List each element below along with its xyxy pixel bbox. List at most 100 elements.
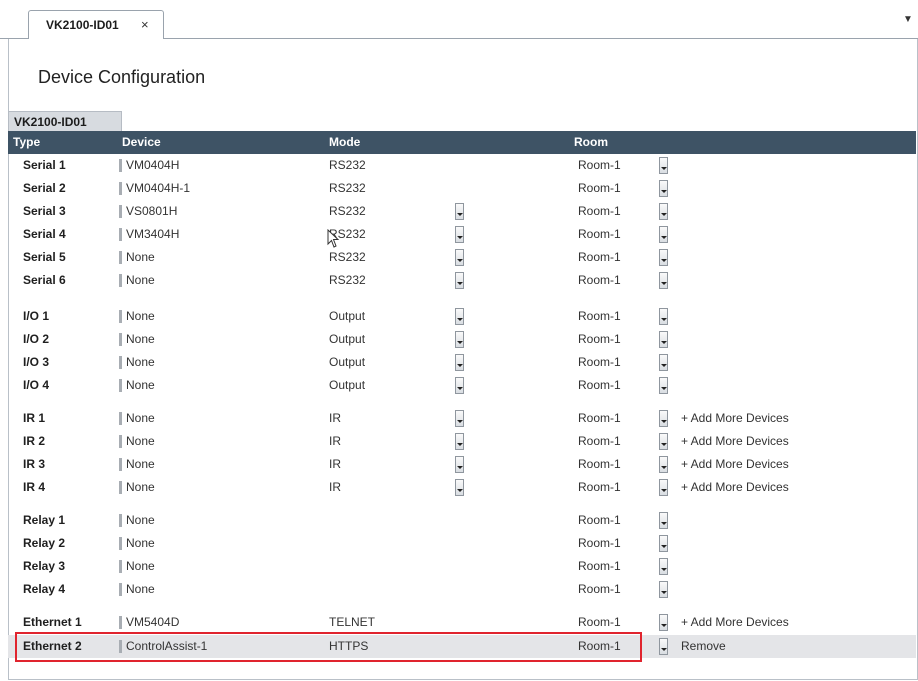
row-mode[interactable]: RS232 — [329, 181, 366, 195]
table-row[interactable]: IR 2 None IR Room-1 + Add More Devices — [8, 430, 916, 453]
row-room[interactable]: Room-1 — [578, 355, 621, 369]
room-dropdown-icon[interactable] — [659, 157, 668, 174]
row-device[interactable]: VM0404H — [126, 158, 179, 172]
device-handle[interactable] — [119, 435, 122, 448]
device-handle[interactable] — [119, 583, 122, 596]
row-room[interactable]: Room-1 — [578, 536, 621, 550]
add-more-devices-link[interactable]: + Add More Devices — [681, 615, 789, 629]
table-row[interactable]: Serial 1 VM0404H RS232 Room-1 — [8, 154, 916, 177]
device-handle[interactable] — [119, 182, 122, 195]
row-mode[interactable]: RS232 — [329, 158, 366, 172]
row-device[interactable]: None — [126, 457, 155, 471]
row-room[interactable]: Room-1 — [578, 181, 621, 195]
device-handle[interactable] — [119, 640, 122, 653]
mode-dropdown-icon[interactable] — [455, 410, 464, 427]
row-device[interactable]: VM5404D — [126, 615, 179, 629]
row-mode[interactable]: RS232 — [329, 273, 366, 287]
row-room[interactable]: Room-1 — [578, 204, 621, 218]
room-dropdown-icon[interactable] — [659, 479, 668, 496]
row-room[interactable]: Room-1 — [578, 273, 621, 287]
device-handle[interactable] — [119, 251, 122, 264]
row-mode[interactable]: IR — [329, 411, 341, 425]
row-device[interactable]: None — [126, 480, 155, 494]
row-device[interactable]: None — [126, 273, 155, 287]
device-handle[interactable] — [119, 274, 122, 287]
row-device[interactable]: None — [126, 536, 155, 550]
row-room[interactable]: Room-1 — [578, 582, 621, 596]
mode-dropdown-icon[interactable] — [455, 354, 464, 371]
row-room[interactable]: Room-1 — [578, 639, 621, 653]
mode-dropdown-icon[interactable] — [455, 433, 464, 450]
mode-dropdown-icon[interactable] — [455, 203, 464, 220]
add-more-devices-link[interactable]: + Add More Devices — [681, 457, 789, 471]
row-room[interactable]: Room-1 — [578, 158, 621, 172]
row-room[interactable]: Room-1 — [578, 559, 621, 573]
table-row[interactable]: I/O 3 None Output Room-1 — [8, 351, 916, 374]
mode-dropdown-icon[interactable] — [455, 308, 464, 325]
row-device[interactable]: None — [126, 355, 155, 369]
row-device[interactable]: None — [126, 559, 155, 573]
device-handle[interactable] — [119, 205, 122, 218]
row-room[interactable]: Room-1 — [578, 457, 621, 471]
table-row[interactable]: IR 1 None IR Room-1 + Add More Devices — [8, 407, 916, 430]
room-dropdown-icon[interactable] — [659, 272, 668, 289]
table-row[interactable]: IR 4 None IR Room-1 + Add More Devices — [8, 476, 916, 499]
row-room[interactable]: Room-1 — [578, 378, 621, 392]
table-row[interactable]: Ethernet 2 ControlAssist-1 HTTPS Room-1 Remo… — [8, 635, 916, 658]
room-dropdown-icon[interactable] — [659, 226, 668, 243]
table-row[interactable]: I/O 4 None Output Room-1 — [8, 374, 916, 397]
room-dropdown-icon[interactable] — [659, 456, 668, 473]
room-dropdown-icon[interactable] — [659, 203, 668, 220]
table-row[interactable]: Relay 1 None Room-1 — [8, 509, 916, 532]
device-handle[interactable] — [119, 356, 122, 369]
room-dropdown-icon[interactable] — [659, 512, 668, 529]
room-dropdown-icon[interactable] — [659, 558, 668, 575]
row-mode[interactable]: Output — [329, 378, 365, 392]
table-row[interactable]: Serial 6 None RS232 Room-1 — [8, 269, 916, 292]
mode-dropdown-icon[interactable] — [455, 226, 464, 243]
room-dropdown-icon[interactable] — [659, 410, 668, 427]
row-room[interactable]: Room-1 — [578, 480, 621, 494]
mode-dropdown-icon[interactable] — [455, 331, 464, 348]
table-row[interactable]: Relay 4 None Room-1 — [8, 578, 916, 601]
row-device[interactable]: VM3404H — [126, 227, 179, 241]
row-room[interactable]: Room-1 — [578, 434, 621, 448]
device-handle[interactable] — [119, 616, 122, 629]
row-mode[interactable]: Output — [329, 332, 365, 346]
close-icon[interactable]: × — [141, 17, 149, 32]
table-row[interactable]: Serial 4 VM3404H RS232 Room-1 — [8, 223, 916, 246]
room-dropdown-icon[interactable] — [659, 354, 668, 371]
row-mode[interactable]: IR — [329, 480, 341, 494]
mode-dropdown-icon[interactable] — [455, 479, 464, 496]
row-room[interactable]: Room-1 — [578, 250, 621, 264]
row-mode[interactable]: HTTPS — [329, 639, 368, 653]
row-mode[interactable]: Output — [329, 355, 365, 369]
device-handle[interactable] — [119, 458, 122, 471]
row-room[interactable]: Room-1 — [578, 332, 621, 346]
device-handle[interactable] — [119, 228, 122, 241]
row-room[interactable]: Room-1 — [578, 309, 621, 323]
remove-button[interactable]: Remove — [681, 639, 726, 653]
row-mode[interactable]: TELNET — [329, 615, 375, 629]
table-row[interactable]: Serial 2 VM0404H-1 RS232 Room-1 — [8, 177, 916, 200]
mode-dropdown-icon[interactable] — [455, 272, 464, 289]
room-dropdown-icon[interactable] — [659, 180, 668, 197]
tab-vk2100-id01[interactable]: VK2100-ID01 × — [28, 10, 164, 39]
row-device[interactable]: None — [126, 332, 155, 346]
add-more-devices-link[interactable]: + Add More Devices — [681, 411, 789, 425]
table-row[interactable]: Ethernet 1 VM5404D TELNET Room-1 + Add More … — [8, 611, 916, 634]
device-handle[interactable] — [119, 560, 122, 573]
room-dropdown-icon[interactable] — [659, 581, 668, 598]
mode-dropdown-icon[interactable] — [455, 377, 464, 394]
row-device[interactable]: None — [126, 513, 155, 527]
table-row[interactable]: IR 3 None IR Room-1 + Add More Devices — [8, 453, 916, 476]
room-dropdown-icon[interactable] — [659, 308, 668, 325]
device-handle[interactable] — [119, 481, 122, 494]
row-room[interactable]: Room-1 — [578, 615, 621, 629]
room-dropdown-icon[interactable] — [659, 614, 668, 631]
row-mode[interactable]: RS232 — [329, 204, 366, 218]
tab-menu-arrow-icon[interactable]: ▼ — [903, 14, 913, 25]
device-handle[interactable] — [119, 412, 122, 425]
row-mode[interactable]: IR — [329, 457, 341, 471]
add-more-devices-link[interactable]: + Add More Devices — [681, 480, 789, 494]
